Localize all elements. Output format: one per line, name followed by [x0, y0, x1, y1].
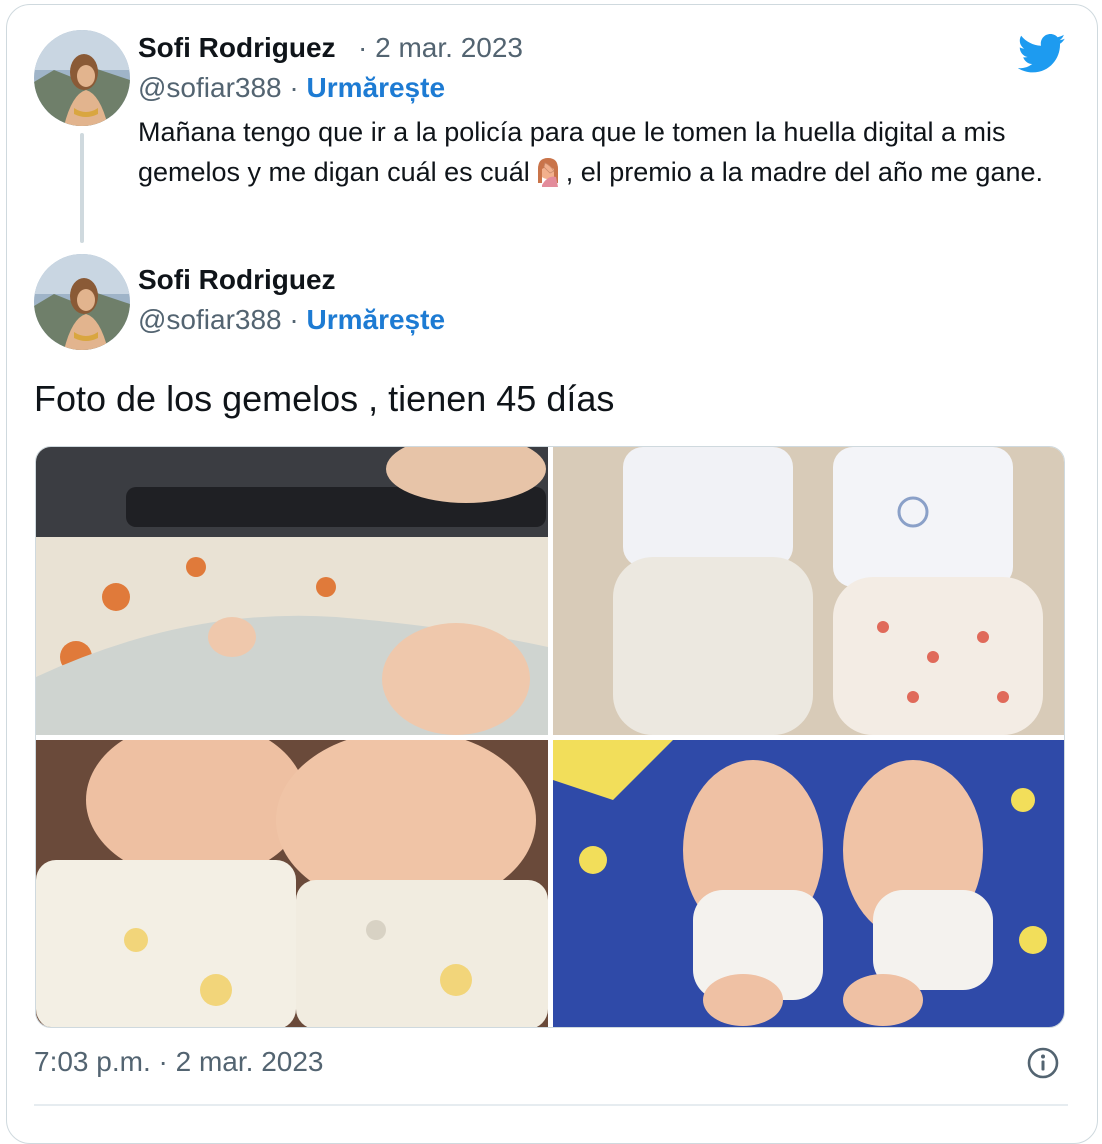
photo-grid	[35, 446, 1065, 1028]
info-icon[interactable]	[1026, 1046, 1060, 1080]
avatar[interactable]	[34, 254, 130, 350]
photo-3[interactable]	[36, 740, 548, 1027]
reply-tweet-text: Mañana tengo que ir a la policía para qu…	[138, 112, 1078, 192]
photo-4[interactable]	[553, 740, 1064, 1027]
photo-2[interactable]	[553, 447, 1064, 735]
follow-button[interactable]: Urmărește	[307, 72, 446, 103]
tweet-timestamp[interactable]: 7:03 p.m. · 2 mar. 2023	[34, 1046, 324, 1078]
author-name[interactable]: Sofi Rodriguez	[138, 264, 336, 296]
twitter-bird-icon[interactable]	[1018, 34, 1066, 74]
author-handle[interactable]: @sofiar388	[138, 72, 282, 103]
handle-row: @sofiar388 · Urmărește	[138, 304, 445, 336]
author-handle[interactable]: @sofiar388	[138, 304, 282, 335]
avatar[interactable]	[34, 30, 130, 126]
thread-connector	[80, 133, 84, 243]
divider	[34, 1104, 1068, 1106]
tweet-text: Foto de los gemelos , tienen 45 días	[34, 378, 615, 419]
separator-dot: ·	[289, 304, 299, 335]
face-palm-emoji-icon	[537, 158, 558, 187]
reply-text-part-2: , el premio a la madre del año me gane.	[565, 157, 1043, 187]
photo-1[interactable]	[36, 447, 548, 735]
separator-dot: ·	[289, 72, 299, 103]
handle-row: @sofiar388 · Urmărește	[138, 72, 445, 104]
follow-button[interactable]: Urmărește	[307, 304, 446, 335]
tweet-date[interactable]: · 2 mar. 2023	[358, 32, 523, 64]
author-name[interactable]: Sofi Rodriguez	[138, 32, 336, 64]
